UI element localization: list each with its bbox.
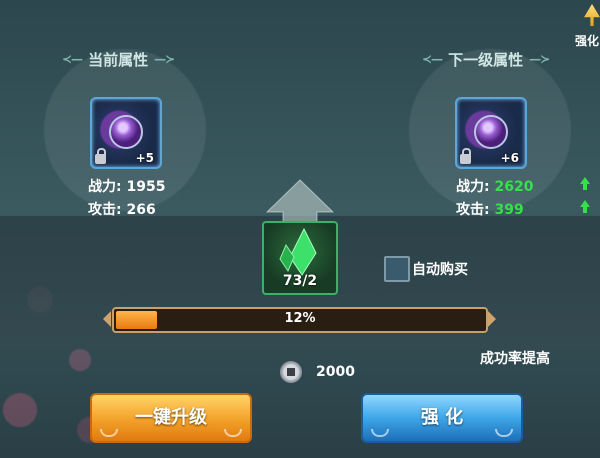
progress-bar-left-cap [103,311,111,327]
ornament-right-icon: —≻ [154,52,175,66]
lock-icon [460,148,471,164]
amulet-icon [109,115,143,149]
silver-coin-icon [280,361,302,383]
auto-buy-label[interactable]: 自动购买 [412,259,468,279]
next-attack: 攻击: 399 [456,199,524,219]
power-increase-arrow-icon [580,177,590,190]
ornament-right-icon: —≻ [529,52,550,66]
ornament-left-icon: ≺— [62,52,83,66]
one-key-upgrade-button[interactable]: 一键升级 [90,393,252,443]
next-attributes-title: 下一级属性 [448,50,524,69]
material-slot[interactable]: 73/2 [262,221,338,295]
enhance-label: 强 化 [420,407,464,428]
enhance-tab-label[interactable]: 强化 [575,32,599,49]
progress-percent: 12% [284,311,316,326]
attack-label: 攻击: [88,202,122,218]
power-label: 战力: [456,179,490,195]
cost-amount: 2000 [316,364,355,380]
cloud-decoration-icon [100,429,118,437]
next-item-slot[interactable]: +6 [455,97,527,169]
success-progress-bar: 12% [112,307,488,333]
cloud-decoration-icon [495,429,513,437]
lock-icon [95,148,106,164]
one-key-upgrade-label: 一键升级 [135,407,207,428]
progress-bar-right-cap [488,311,496,327]
power-label: 战力: [88,179,122,195]
power-value: 2620 [494,179,534,195]
next-item-level: +6 [500,151,519,165]
current-item-level: +5 [135,151,154,165]
material-count: 73/2 [282,273,318,289]
power-value: 1955 [126,179,166,195]
current-item-slot[interactable]: +5 [90,97,162,169]
enhance-button[interactable]: 强 化 [361,393,523,443]
attack-value: 399 [494,202,524,218]
success-rate-label: 成功率提高 [480,351,550,367]
current-attributes-title: 当前属性 [88,50,149,69]
ornament-left-icon: ≺— [422,52,443,66]
current-power: 战力: 1955 [88,176,165,196]
cloud-decoration-icon [224,429,242,437]
next-power: 战力: 2620 [456,176,533,196]
attack-increase-arrow-icon [580,200,590,213]
amulet-icon [474,115,508,149]
auto-buy-checkbox[interactable] [384,256,410,282]
current-attributes-header: ≺— 当前属性 —≻ [62,48,175,70]
cloud-decoration-icon [371,429,389,437]
next-attributes-header: ≺— 下一级属性 —≻ [422,48,550,70]
attack-label: 攻击: [456,202,490,218]
attack-value: 266 [126,202,156,218]
current-attack: 攻击: 266 [88,199,156,219]
